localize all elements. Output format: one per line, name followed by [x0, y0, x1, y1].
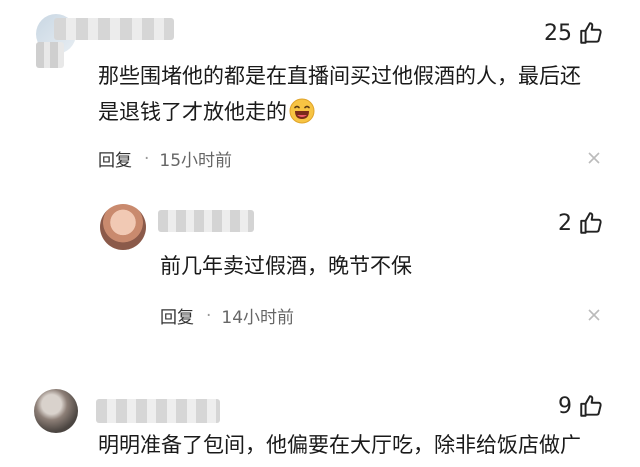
comment-text-line-1: 明明准备了包间，他偏要在大厅吃，除非给饭店做广 — [98, 433, 581, 457]
timestamp: 14小时前 — [221, 308, 295, 328]
avatar[interactable] — [34, 389, 78, 433]
like-count[interactable]: 2 — [558, 208, 604, 238]
comment-3: 9 明明准备了包间，他偏要在大厅吃，除非给饭店做广 — [0, 375, 640, 467]
comment-text-line-1: 那些围堵他的都是在直播间买过他假酒的人，最后还 — [98, 64, 581, 88]
thumbs-up-icon[interactable] — [578, 210, 604, 236]
username-blurred[interactable] — [158, 210, 254, 232]
reply-button[interactable]: 回复 — [98, 146, 132, 171]
timestamp: 15小时前 — [159, 151, 233, 171]
comment-1: 25 那些围堵他的都是在直播间买过他假酒的人，最后还 是退钱了才放他走的 回复 … — [0, 0, 640, 180]
thumbs-up-icon[interactable] — [578, 20, 604, 46]
separator-dot: · — [206, 305, 212, 326]
like-count-value: 9 — [558, 393, 572, 419]
comment-text: 那些围堵他的都是在直播间买过他假酒的人，最后还 是退钱了才放他走的 — [98, 58, 581, 135]
like-count-value: 25 — [544, 20, 572, 46]
close-icon[interactable] — [586, 307, 602, 323]
close-icon[interactable] — [586, 150, 602, 166]
comment-text: 前几年卖过假酒，晚节不保 — [160, 248, 412, 284]
username-blurred[interactable] — [54, 18, 174, 40]
laughing-emoji-icon — [289, 98, 315, 135]
comment-text-line-2: 是退钱了才放他走的 — [98, 94, 581, 135]
comment-meta: 回复 · 14小时前 — [160, 303, 295, 329]
username-blurred[interactable] — [96, 399, 220, 423]
separator-dot: · — [144, 148, 150, 169]
comment-text: 明明准备了包间，他偏要在大厅吃，除非给饭店做广 — [98, 427, 581, 463]
like-count-value: 2 — [558, 210, 572, 236]
comment-text-line-1: 前几年卖过假酒，晚节不保 — [160, 254, 412, 278]
thumbs-up-icon[interactable] — [578, 393, 604, 419]
like-count[interactable]: 25 — [544, 18, 604, 48]
username-blurred-extra — [36, 42, 64, 68]
comment-meta: 回复 · 15小时前 — [98, 146, 233, 172]
avatar[interactable] — [100, 204, 146, 250]
reply-button[interactable]: 回复 — [160, 303, 194, 328]
comment-2: 2 前几年卖过假酒，晚节不保 回复 · 14小时前 — [0, 190, 640, 340]
like-count[interactable]: 9 — [558, 391, 604, 421]
